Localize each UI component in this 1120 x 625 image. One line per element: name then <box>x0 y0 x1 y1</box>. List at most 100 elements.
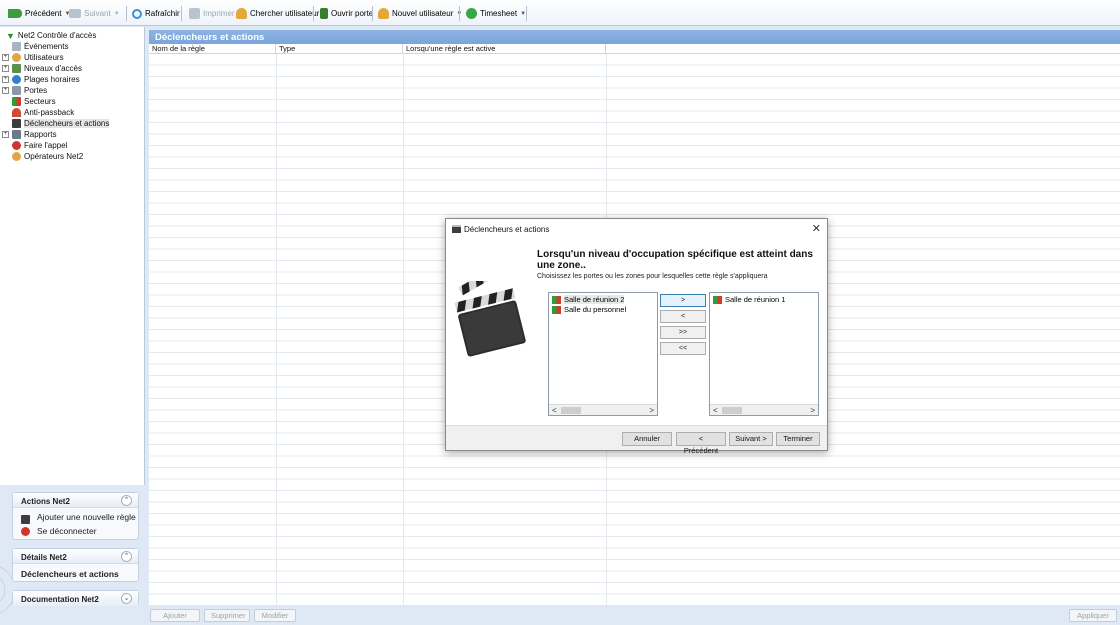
dialog-titlebar[interactable]: Déclencheurs et actions ✕ <box>446 219 827 239</box>
scrollbar-thumb[interactable] <box>561 407 581 414</box>
print-label: Imprimer <box>203 9 235 18</box>
actions-panel-header[interactable]: Actions Net2 ⌃ <box>13 493 138 508</box>
scroll-left-icon[interactable]: < <box>713 406 718 415</box>
delete-button[interactable]: Supprimer <box>204 609 250 622</box>
search-user-label: Chercher utilisateur <box>250 9 320 18</box>
expand-plus-icon[interactable]: + <box>2 76 9 83</box>
tree-item-label: Événements <box>24 42 69 51</box>
column-header-rule-name[interactable]: Nom de la règle <box>149 44 276 54</box>
selected-zones-list[interactable]: Salle de réunion 1 < > <box>709 292 819 416</box>
toolbar-separator <box>372 6 373 21</box>
scrollbar-thumb[interactable] <box>722 407 742 414</box>
details-panel: Détails Net2 ⌃ Déclencheurs et actions <box>12 548 139 582</box>
forward-label: Suivant <box>84 9 111 18</box>
new-user-button[interactable]: Nouvel utilisateur ▼ <box>378 7 462 20</box>
collapse-icon[interactable]: ⌃ <box>121 495 132 506</box>
tree-item-declencheurs[interactable]: Déclencheurs et actions <box>12 118 110 129</box>
tree-item-evenements[interactable]: Événements <box>12 41 68 52</box>
tree-item-portes[interactable]: + Portes <box>2 85 47 96</box>
open-door-button[interactable]: Ouvrir porte <box>320 7 373 20</box>
tree-item-label: Opérateurs Net2 <box>24 152 84 161</box>
back-arrow-icon <box>8 9 22 18</box>
tree-item-label: Niveaux d'accès <box>24 64 82 73</box>
cancel-button[interactable]: Annuler <box>622 432 672 446</box>
horizontal-scrollbar[interactable]: < > <box>549 404 657 415</box>
expand-plus-icon[interactable]: + <box>2 87 9 94</box>
details-panel-header[interactable]: Détails Net2 ⌃ <box>13 549 138 564</box>
operators-icon <box>12 152 21 161</box>
move-left-button[interactable]: < <box>660 310 706 323</box>
tree-item-plages-horaires[interactable]: + Plages horaires <box>2 74 80 85</box>
expand-icon[interactable]: ⌄ <box>121 593 132 604</box>
clock-icon <box>12 75 21 84</box>
expand-plus-icon[interactable]: + <box>2 65 9 72</box>
move-all-right-button[interactable]: >> <box>660 326 706 339</box>
modify-button[interactable]: Modifier <box>254 609 296 622</box>
available-zones-list[interactable]: Salle de réunion 2 Salle du personnel < … <box>548 292 658 416</box>
scroll-right-icon[interactable]: > <box>810 406 815 415</box>
dialog-subtitle: Choisissez les portes ou les zones pour … <box>537 273 768 280</box>
column-divider <box>276 54 277 605</box>
move-all-left-button[interactable]: << <box>660 342 706 355</box>
list-item[interactable]: Salle de réunion 2 <box>552 295 625 304</box>
clapperboard-icon <box>21 515 30 524</box>
scroll-right-icon[interactable]: > <box>649 406 654 415</box>
clapperboard-illustration <box>454 281 526 357</box>
refresh-button[interactable]: Rafraîchir <box>132 7 180 20</box>
expand-plus-icon[interactable]: + <box>2 131 9 138</box>
next-button[interactable]: Suivant > <box>729 432 773 446</box>
toolbar-separator <box>313 6 314 21</box>
print-button[interactable]: Imprimer <box>189 7 235 20</box>
events-icon <box>12 42 21 51</box>
tree-item-utilisateurs[interactable]: + Utilisateurs <box>2 52 64 63</box>
navigation-tree: ▼ Net2 Contrôle d'accès Événements + Uti… <box>0 27 145 485</box>
toolbar-separator <box>526 6 527 21</box>
add-rule-link[interactable]: Ajouter une nouvelle règle <box>21 513 137 524</box>
tree-root-label: Net2 Contrôle d'accès <box>17 31 97 40</box>
close-icon[interactable]: ✕ <box>812 222 821 235</box>
disconnect-icon <box>21 527 30 536</box>
apply-button[interactable]: Appliquer <box>1069 609 1117 622</box>
tree-item-label: Faire l'appel <box>24 141 68 150</box>
documentation-panel-title: Documentation Net2 <box>21 595 99 604</box>
list-item-label: Salle de réunion 2 <box>564 295 625 304</box>
actions-panel-title: Actions Net2 <box>21 497 70 506</box>
back-button[interactable]: Précédent ▼ <box>8 7 70 20</box>
list-item[interactable]: Salle de réunion 1 <box>713 295 785 304</box>
add-rule-label: Ajouter une nouvelle règle <box>37 512 136 522</box>
tree-item-niveaux-acces[interactable]: + Niveaux d'accès <box>2 63 82 74</box>
tree-item-operateurs[interactable]: Opérateurs Net2 <box>12 151 83 162</box>
anti-passback-icon <box>12 108 21 117</box>
user-search-icon <box>236 8 247 19</box>
documentation-panel-header[interactable]: Documentation Net2 ⌄ <box>13 591 138 606</box>
list-item-label: Salle de réunion 1 <box>725 295 786 304</box>
details-panel-value: Déclencheurs et actions <box>21 569 119 579</box>
horizontal-scrollbar[interactable]: < > <box>710 404 818 415</box>
area-icon <box>552 305 561 314</box>
list-item[interactable]: Salle du personnel <box>552 305 626 314</box>
refresh-icon <box>132 8 142 19</box>
collapse-icon[interactable]: ⌃ <box>121 551 132 562</box>
search-user-button[interactable]: Chercher utilisateur <box>236 7 319 20</box>
tree-item-faire-appel[interactable]: Faire l'appel <box>12 140 67 151</box>
view-header: Déclencheurs et actions <box>149 30 1120 44</box>
tree-item-anti-passback[interactable]: Anti-passback <box>12 107 74 118</box>
finish-button[interactable]: Terminer <box>776 432 820 446</box>
move-right-button[interactable]: > <box>660 294 706 307</box>
timesheet-button[interactable]: Timesheet ▼ <box>466 7 526 20</box>
tree-item-rapports[interactable]: + Rapports <box>2 129 56 140</box>
tree-item-secteurs[interactable]: Secteurs <box>12 96 56 107</box>
forward-button[interactable]: Suivant ▼ <box>69 7 120 20</box>
tree-item-label: Déclencheurs et actions <box>24 119 110 128</box>
expand-plus-icon[interactable]: + <box>2 54 9 61</box>
disconnect-link[interactable]: Se déconnecter <box>21 526 97 536</box>
column-header-type[interactable]: Type <box>276 44 403 54</box>
documentation-panel: Documentation Net2 ⌄ <box>12 590 139 606</box>
add-button[interactable]: Ajouter <box>150 609 200 622</box>
scroll-left-icon[interactable]: < <box>552 406 557 415</box>
area-icon <box>12 97 21 106</box>
column-header-active-when[interactable]: Lorsqu'une règle est active <box>403 44 606 54</box>
clapperboard-icon <box>452 225 461 233</box>
previous-button[interactable]: < Précédent <box>676 432 726 455</box>
tree-root[interactable]: ▼ Net2 Contrôle d'accès <box>6 30 96 41</box>
